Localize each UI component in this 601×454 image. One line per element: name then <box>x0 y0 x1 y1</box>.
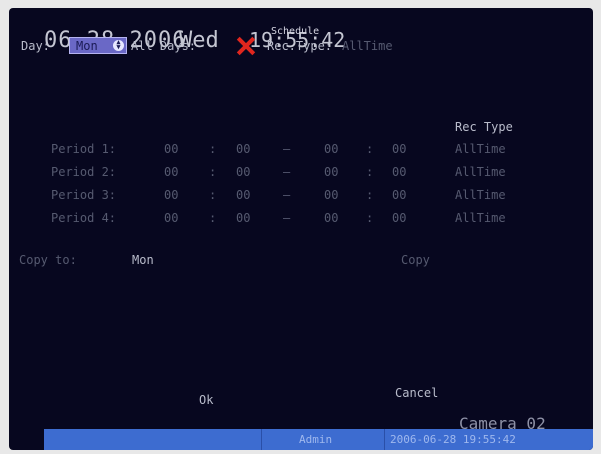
period-label: Period 4: <box>51 211 117 225</box>
start-hour-field[interactable]: 00 <box>164 165 178 179</box>
dvr-screen: 06-28-2006 Wed 19:55:42 Schedule Day: Mo… <box>9 8 593 450</box>
period-label: Period 2: <box>51 165 117 179</box>
time-separator: : <box>209 142 217 156</box>
period-rec-type[interactable]: AllTime <box>455 142 506 156</box>
status-bar: Admin 2006-06-28 19:55:42 <box>44 429 593 450</box>
period-row: Period 4: 00 : 00 — 00 : 00 AllTime <box>9 211 593 231</box>
end-minute-field[interactable]: 00 <box>392 188 406 202</box>
period-label: Period 1: <box>51 142 117 156</box>
end-minute-field[interactable]: 00 <box>392 142 406 156</box>
period-rec-type[interactable]: AllTime <box>455 211 506 225</box>
end-hour-field[interactable]: 00 <box>324 165 338 179</box>
start-minute-field[interactable]: 00 <box>236 188 250 202</box>
period-row: Period 2: 00 : 00 — 00 : 00 AllTime <box>9 165 593 185</box>
end-hour-field[interactable]: 00 <box>324 188 338 202</box>
time-separator: : <box>366 142 374 156</box>
rec-type-header: Rec Type <box>455 120 513 134</box>
all-days-unchecked-icon[interactable] <box>236 36 256 56</box>
period-rec-type[interactable]: AllTime <box>455 165 506 179</box>
status-divider <box>384 429 385 450</box>
copy-to-select[interactable]: Mon <box>132 253 154 267</box>
period-row: Period 3: 00 : 00 — 00 : 00 AllTime <box>9 188 593 208</box>
start-minute-field[interactable]: 00 <box>236 142 250 156</box>
end-minute-field[interactable]: 00 <box>392 211 406 225</box>
start-hour-field[interactable]: 00 <box>164 188 178 202</box>
range-dash: — <box>283 142 291 156</box>
range-dash: — <box>283 165 291 179</box>
status-user: Admin <box>299 433 333 446</box>
end-minute-field[interactable]: 00 <box>392 165 406 179</box>
ok-button[interactable]: Ok <box>199 393 213 407</box>
time-separator: : <box>366 165 374 179</box>
end-hour-field[interactable]: 00 <box>324 142 338 156</box>
start-hour-field[interactable]: 00 <box>164 142 178 156</box>
copy-button[interactable]: Copy <box>401 253 430 267</box>
time-separator: : <box>366 188 374 202</box>
end-hour-field[interactable]: 00 <box>324 211 338 225</box>
start-hour-field[interactable]: 00 <box>164 211 178 225</box>
start-minute-field[interactable]: 00 <box>236 165 250 179</box>
day-label: Day: <box>21 39 50 53</box>
spinner-icon[interactable]: ▲ ▼ <box>113 39 124 51</box>
rec-type-value[interactable]: AllTime <box>342 39 393 53</box>
range-dash: — <box>283 211 291 225</box>
day-select-value: Mon <box>76 39 98 53</box>
day-select[interactable]: Mon ▲ ▼ <box>69 37 127 54</box>
time-separator: : <box>209 211 217 225</box>
time-separator: : <box>209 188 217 202</box>
all-days-label: All Days: <box>131 39 197 53</box>
period-rec-type[interactable]: AllTime <box>455 188 506 202</box>
time-separator: : <box>209 165 217 179</box>
time-separator: : <box>366 211 374 225</box>
copy-to-label: Copy to: <box>19 253 77 267</box>
rec-type-label: Rec.Type: <box>267 39 333 53</box>
cancel-button[interactable]: Cancel <box>395 386 438 400</box>
period-row: Period 1: 00 : 00 — 00 : 00 AllTime <box>9 142 593 162</box>
range-dash: — <box>283 188 291 202</box>
status-divider <box>261 429 262 450</box>
period-label: Period 3: <box>51 188 117 202</box>
menu-title: Schedule <box>271 26 320 37</box>
status-datetime: 2006-06-28 19:55:42 <box>390 433 516 446</box>
start-minute-field[interactable]: 00 <box>236 211 250 225</box>
